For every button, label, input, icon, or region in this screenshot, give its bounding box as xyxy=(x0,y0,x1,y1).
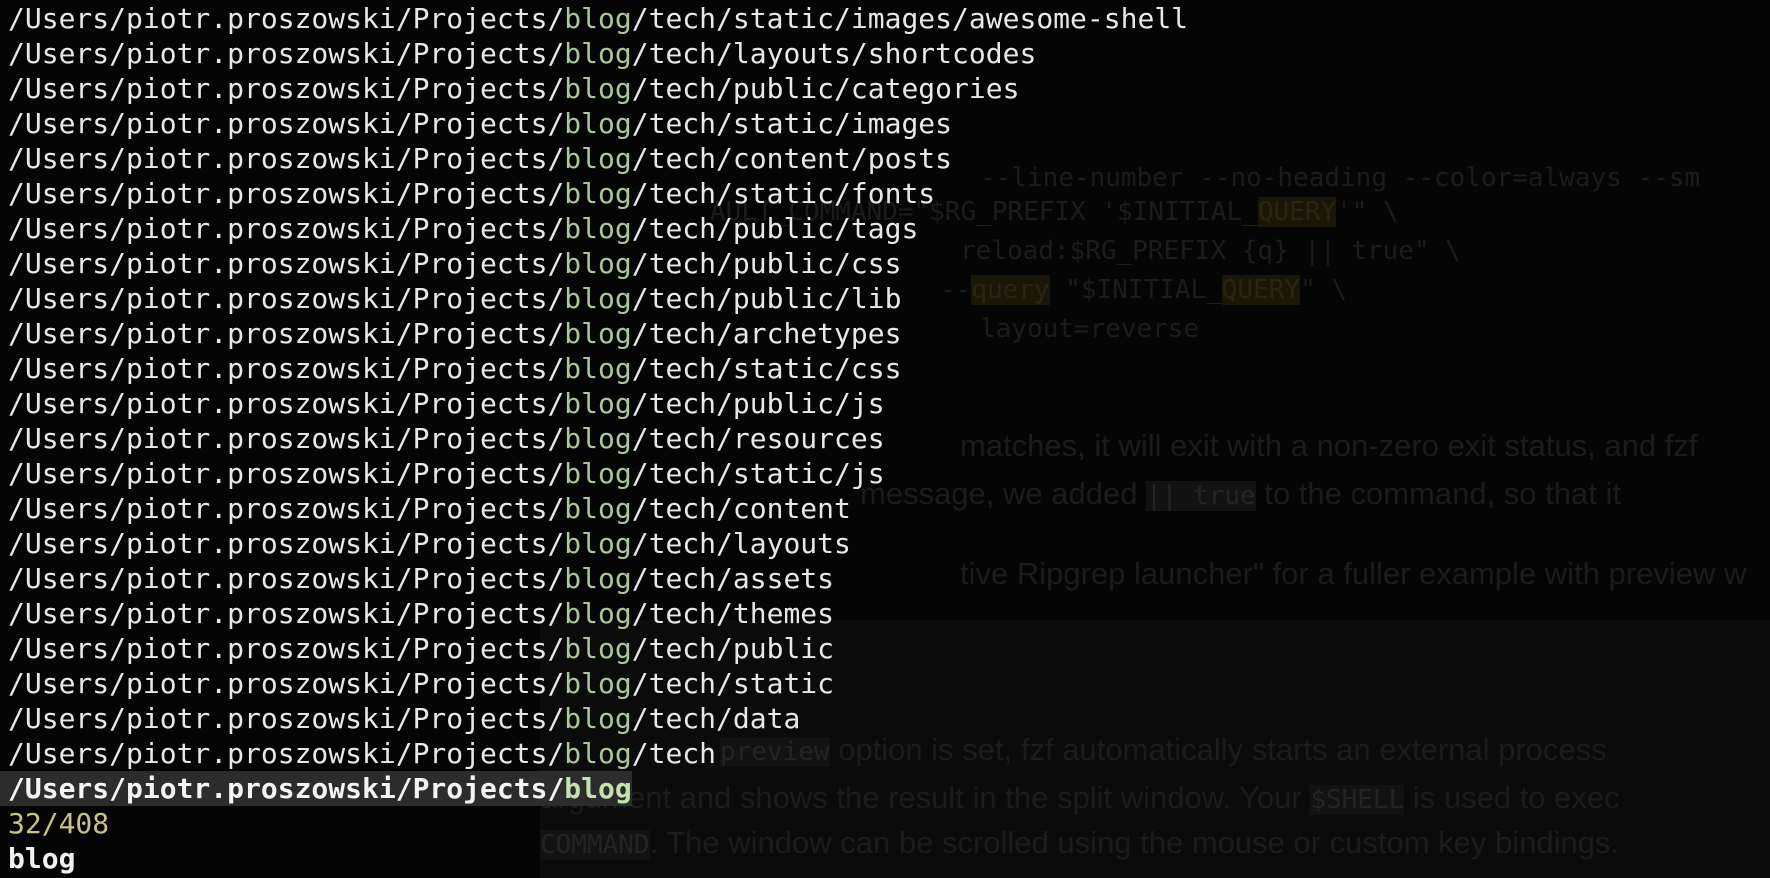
result-prefix: /Users/piotr.proszowski/Projects/ xyxy=(8,702,565,735)
result-match: blog xyxy=(564,667,632,700)
result-match: blog xyxy=(564,37,632,70)
result-row[interactable]: /Users/piotr.proszowski/Projects/blog/te… xyxy=(0,176,935,211)
result-row[interactable]: /Users/piotr.proszowski/Projects/blog/te… xyxy=(0,561,834,596)
result-row[interactable]: /Users/piotr.proszowski/Projects/blog/te… xyxy=(0,526,851,561)
result-row[interactable]: /Users/piotr.proszowski/Projects/blog/te… xyxy=(0,596,834,631)
result-suffix: /tech/public/tags xyxy=(631,212,919,245)
result-suffix: /tech/static/js xyxy=(631,457,885,490)
result-match: blog xyxy=(564,632,632,665)
result-row[interactable]: /Users/piotr.proszowski/Projects/blog/te… xyxy=(0,36,1036,71)
result-prefix: /Users/piotr.proszowski/Projects/ xyxy=(8,597,565,630)
result-suffix: /tech xyxy=(631,737,717,770)
result-prefix: /Users/piotr.proszowski/Projects/ xyxy=(8,527,565,560)
result-prefix: /Users/piotr.proszowski/Projects/ xyxy=(8,247,565,280)
result-prefix: /Users/piotr.proszowski/Projects/ xyxy=(8,457,565,490)
result-match: blog xyxy=(564,457,632,490)
result-prefix: /Users/piotr.proszowski/Projects/ xyxy=(8,632,565,665)
result-prefix: /Users/piotr.proszowski/Projects/ xyxy=(8,177,565,210)
result-suffix: /tech/archetypes xyxy=(631,317,902,350)
result-suffix: /tech/static/fonts xyxy=(631,177,936,210)
result-row[interactable]: /Users/piotr.proszowski/Projects/blog/te… xyxy=(0,491,851,526)
result-match: blog xyxy=(564,527,632,560)
result-row[interactable]: /Users/piotr.proszowski/Projects/blog/te… xyxy=(0,351,901,386)
result-suffix: /tech/public/css xyxy=(631,247,902,280)
result-prefix: /Users/piotr.proszowski/Projects/ xyxy=(8,2,565,35)
result-match: blog xyxy=(564,597,632,630)
result-suffix: /tech/content/posts xyxy=(631,142,953,175)
result-row[interactable]: /Users/piotr.proszowski/Projects/blog/te… xyxy=(0,736,716,771)
selected-result[interactable]: /Users/piotr.proszowski/Projects/blog xyxy=(0,771,632,806)
result-prefix: /Users/piotr.proszowski/Projects/ xyxy=(8,317,565,350)
result-row[interactable]: /Users/piotr.proszowski/Projects/blog/te… xyxy=(0,211,918,246)
result-match: blog xyxy=(564,107,632,140)
result-row[interactable]: /Users/piotr.proszowski/Projects/blog/te… xyxy=(0,106,952,141)
result-row[interactable]: /Users/piotr.proszowski/Projects/blog/te… xyxy=(0,456,885,491)
result-match: blog xyxy=(564,72,632,105)
result-match: blog xyxy=(564,2,632,35)
result-match: blog xyxy=(564,142,632,175)
selected-prefix: /Users/piotr.proszowski/Projects/ xyxy=(8,772,565,805)
result-match: blog xyxy=(564,492,632,525)
result-prefix: /Users/piotr.proszowski/Projects/ xyxy=(8,387,565,420)
result-row[interactable]: /Users/piotr.proszowski/Projects/blog/te… xyxy=(0,71,1019,106)
result-prefix: /Users/piotr.proszowski/Projects/ xyxy=(8,212,565,245)
result-match: blog xyxy=(564,282,632,315)
result-match: blog xyxy=(564,702,632,735)
result-suffix: /tech/layouts/shortcodes xyxy=(631,37,1037,70)
result-match: blog xyxy=(564,317,632,350)
result-row[interactable]: /Users/piotr.proszowski/Projects/blog/te… xyxy=(0,246,901,281)
result-suffix: /tech/static/images/awesome-shell xyxy=(631,2,1189,35)
result-suffix: /tech/public/lib xyxy=(631,282,902,315)
result-prefix: /Users/piotr.proszowski/Projects/ xyxy=(8,737,565,770)
result-match: blog xyxy=(564,737,632,770)
result-prefix: /Users/piotr.proszowski/Projects/ xyxy=(8,562,565,595)
result-suffix: /tech/layouts xyxy=(631,527,851,560)
result-suffix: /tech/public/categories xyxy=(631,72,1020,105)
result-suffix: /tech/themes xyxy=(631,597,835,630)
result-prefix: /Users/piotr.proszowski/Projects/ xyxy=(8,72,565,105)
result-match: blog xyxy=(564,247,632,280)
query-input[interactable]: blog xyxy=(0,841,75,876)
result-suffix: /tech/static/css xyxy=(631,352,902,385)
result-prefix: /Users/piotr.proszowski/Projects/ xyxy=(8,282,565,315)
result-suffix: /tech/public xyxy=(631,632,835,665)
result-row[interactable]: /Users/piotr.proszowski/Projects/blog/te… xyxy=(0,666,834,701)
result-match: blog xyxy=(564,387,632,420)
result-row[interactable]: /Users/piotr.proszowski/Projects/blog/te… xyxy=(0,1,1188,36)
match-counter: 32/408 xyxy=(8,807,110,840)
result-match: blog xyxy=(564,177,632,210)
result-prefix: /Users/piotr.proszowski/Projects/ xyxy=(8,492,565,525)
result-row[interactable]: /Users/piotr.proszowski/Projects/blog/te… xyxy=(0,386,885,421)
result-prefix: /Users/piotr.proszowski/Projects/ xyxy=(8,37,565,70)
result-row[interactable]: /Users/piotr.proszowski/Projects/blog/te… xyxy=(0,281,901,316)
result-suffix: /tech/data xyxy=(631,702,801,735)
result-row[interactable]: /Users/piotr.proszowski/Projects/blog/te… xyxy=(0,316,901,351)
result-suffix: /tech/resources xyxy=(631,422,885,455)
result-row[interactable]: /Users/piotr.proszowski/Projects/blog/te… xyxy=(0,701,800,736)
result-prefix: /Users/piotr.proszowski/Projects/ xyxy=(8,107,565,140)
result-prefix: /Users/piotr.proszowski/Projects/ xyxy=(8,142,565,175)
result-match: blog xyxy=(564,422,632,455)
result-suffix: /tech/static xyxy=(631,667,835,700)
result-suffix: /tech/content xyxy=(631,492,851,525)
result-suffix: /tech/assets xyxy=(631,562,835,595)
result-suffix: /tech/public/js xyxy=(631,387,885,420)
result-prefix: /Users/piotr.proszowski/Projects/ xyxy=(8,352,565,385)
fzf-terminal: /Users/piotr.proszowski/Projects/blog/te… xyxy=(0,0,1770,878)
result-match: blog xyxy=(564,352,632,385)
result-row[interactable]: /Users/piotr.proszowski/Projects/blog/te… xyxy=(0,141,952,176)
selected-match: blog xyxy=(564,772,632,805)
result-match: blog xyxy=(564,562,632,595)
result-suffix: /tech/static/images xyxy=(631,107,953,140)
result-row[interactable]: /Users/piotr.proszowski/Projects/blog/te… xyxy=(0,421,885,456)
result-row[interactable]: /Users/piotr.proszowski/Projects/blog/te… xyxy=(0,631,834,666)
result-prefix: /Users/piotr.proszowski/Projects/ xyxy=(8,667,565,700)
result-match: blog xyxy=(564,212,632,245)
result-prefix: /Users/piotr.proszowski/Projects/ xyxy=(8,422,565,455)
